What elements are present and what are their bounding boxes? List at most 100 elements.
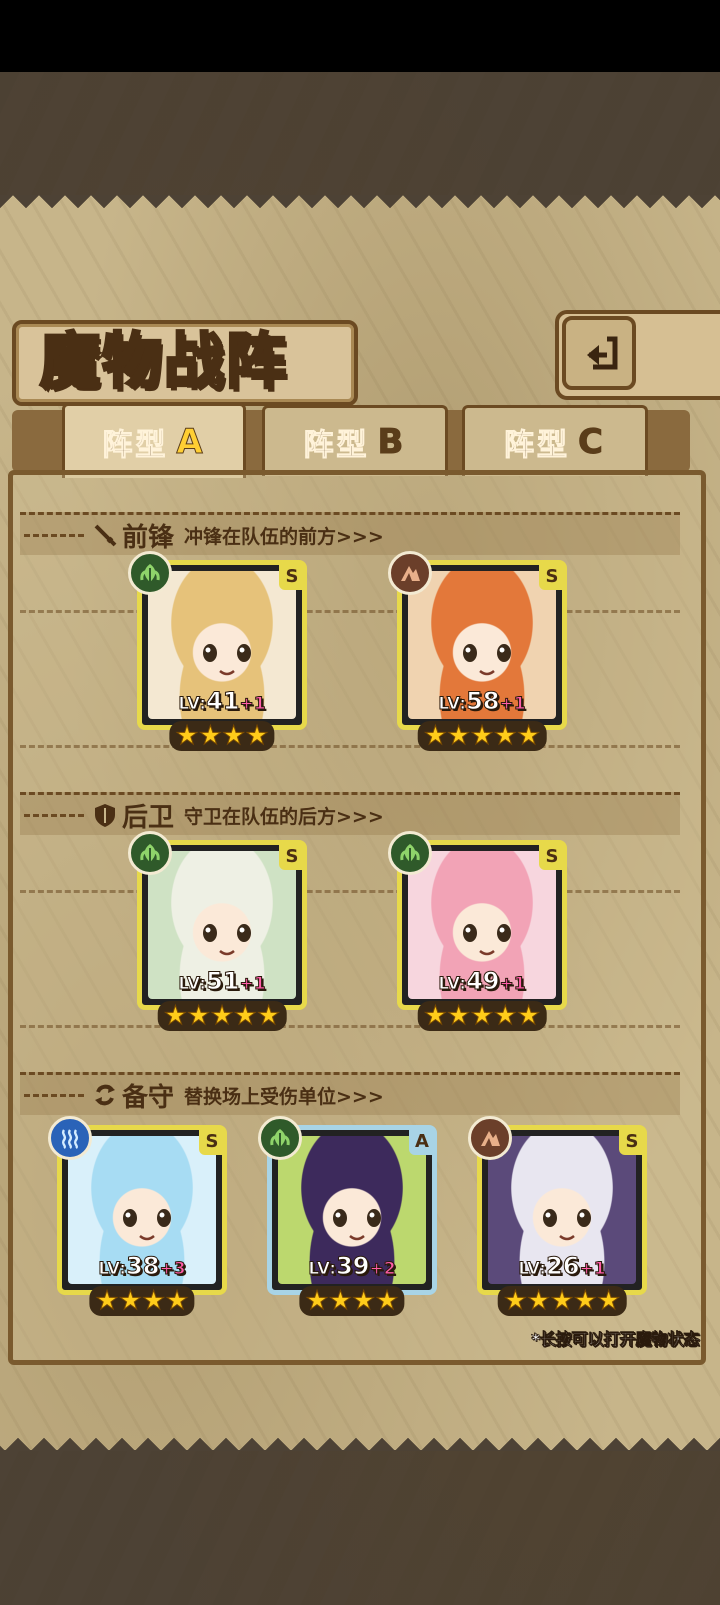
level-label: LV:38+3 (62, 1252, 222, 1281)
shield-icon (95, 804, 115, 827)
tab-formation-b[interactable]: 阵型 B (262, 405, 448, 476)
star-icon: ★ (470, 721, 494, 752)
tab-label: 阵型 (102, 428, 169, 464)
star-icon: ★ (596, 1286, 621, 1317)
monster-card[interactable]: S LV:49+1 ★ ★ ★ ★ ★ (388, 831, 567, 1032)
level-bonus: +1 (239, 694, 266, 715)
divider (20, 1025, 680, 1028)
monster-card[interactable]: A LV:39+2 ★ ★ ★ ★ (258, 1116, 437, 1317)
level-label: LV:26+1 (482, 1252, 642, 1281)
star-icon: ★ (305, 1286, 329, 1317)
monster-card[interactable]: S LV:38+3 ★ ★ ★ ★ (48, 1116, 227, 1317)
section-description: 守卫在队伍的后方>>> (184, 805, 384, 828)
star-icon: ★ (447, 721, 471, 752)
star-icon: ★ (256, 1001, 281, 1032)
level-value: 39 (336, 1252, 370, 1281)
star-rating: ★ ★ ★ ★ (169, 721, 275, 752)
star-icon: ★ (423, 721, 448, 752)
parchment-edge-top (0, 195, 720, 221)
rank-badge: S (619, 1127, 645, 1155)
star-icon: ★ (198, 721, 222, 752)
star-rating: ★ ★ ★ ★ ★ (417, 1001, 547, 1032)
rank-badge: S (539, 842, 565, 870)
rank-badge: S (279, 562, 305, 590)
section-title: 备守 (122, 1082, 175, 1113)
level-bonus: +1 (499, 974, 526, 995)
star-icon: ★ (516, 1001, 541, 1032)
star-icon: ★ (328, 1286, 352, 1317)
tab-label: 阵型 (504, 428, 571, 464)
page-title: 魔物战阵 (39, 326, 288, 399)
leaf-icon (388, 831, 432, 875)
leaf-icon (128, 831, 172, 875)
star-icon: ★ (573, 1286, 597, 1317)
divider (20, 890, 680, 893)
star-rating: ★ ★ ★ ★ (299, 1286, 405, 1317)
section-title: 后卫 (122, 802, 175, 833)
divider (20, 745, 680, 748)
level-value: 51 (206, 967, 240, 996)
section-header-back: 后卫 守卫在队伍的后方>>> (20, 792, 680, 835)
divider (24, 813, 84, 817)
star-icon: ★ (516, 721, 541, 752)
leaf-icon (128, 551, 172, 595)
level-value: 38 (126, 1252, 160, 1281)
level-prefix: LV: (98, 1259, 127, 1280)
rank-badge: A (409, 1127, 435, 1155)
level-value: 41 (206, 687, 240, 716)
level-value: 49 (466, 967, 500, 996)
star-icon: ★ (118, 1286, 142, 1317)
star-icon: ★ (351, 1286, 376, 1317)
monster-card[interactable]: S LV:41+1 ★ ★ ★ ★ (128, 551, 307, 752)
level-bonus: +1 (579, 1259, 606, 1280)
divider (24, 1093, 84, 1097)
level-prefix: LV: (438, 694, 467, 715)
star-icon: ★ (163, 1001, 188, 1032)
level-value: 26 (546, 1252, 580, 1281)
star-icon: ★ (423, 1001, 448, 1032)
star-icon: ★ (141, 1286, 166, 1317)
tab-formation-c[interactable]: 阵型 C (462, 405, 648, 476)
star-icon: ★ (447, 1001, 471, 1032)
rank-badge: S (199, 1127, 225, 1155)
back-arrow-icon (587, 336, 618, 370)
star-icon: ★ (245, 721, 269, 752)
level-label: LV:49+1 (402, 967, 562, 996)
section-description: 冲锋在队伍的前方>>> (184, 525, 384, 548)
star-icon: ★ (375, 1286, 399, 1317)
earth-icon (468, 1116, 512, 1160)
section-description: 替换场上受伤单位>>> (184, 1085, 384, 1108)
section-title: 前锋 (122, 522, 175, 553)
level-prefix: LV: (308, 1259, 337, 1280)
monster-card[interactable]: S LV:51+1 ★ ★ ★ ★ ★ (128, 831, 307, 1032)
tab-formation-a[interactable]: 阵型 A (62, 403, 246, 478)
rank-badge: S (539, 562, 565, 590)
level-bonus: +1 (239, 974, 266, 995)
star-icon: ★ (503, 1286, 528, 1317)
section-header-front: 前锋 冲锋在队伍的前方>>> (20, 512, 680, 555)
star-rating: ★ ★ ★ ★ (89, 1286, 195, 1317)
star-icon: ★ (210, 1001, 234, 1032)
star-icon: ★ (527, 1286, 551, 1317)
back-button[interactable] (562, 316, 636, 390)
star-icon: ★ (175, 721, 199, 752)
monster-card[interactable]: S LV:58+1 ★ ★ ★ ★ ★ (388, 551, 567, 752)
tab-letter: B (377, 422, 407, 463)
level-label: LV:41+1 (142, 687, 302, 716)
monster-card[interactable]: S LV:26+1 ★ ★ ★ ★ ★ (468, 1116, 647, 1317)
star-icon: ★ (233, 1001, 257, 1032)
star-icon: ★ (221, 721, 246, 752)
water-icon (48, 1116, 92, 1160)
leaf-icon (258, 1116, 302, 1160)
star-rating: ★ ★ ★ ★ ★ (497, 1286, 627, 1317)
level-label: LV:58+1 (402, 687, 562, 716)
star-icon: ★ (95, 1286, 119, 1317)
long-press-hint: *长按可以打开魔物状态 (531, 1330, 700, 1350)
rank-badge: S (279, 842, 305, 870)
level-label: LV:39+2 (272, 1252, 432, 1281)
star-icon: ★ (493, 1001, 517, 1032)
section-header-reserve: 备守 替换场上受伤单位>>> (20, 1072, 680, 1115)
star-rating: ★ ★ ★ ★ ★ (417, 721, 547, 752)
level-bonus: +1 (499, 694, 526, 715)
level-value: 58 (466, 687, 500, 716)
